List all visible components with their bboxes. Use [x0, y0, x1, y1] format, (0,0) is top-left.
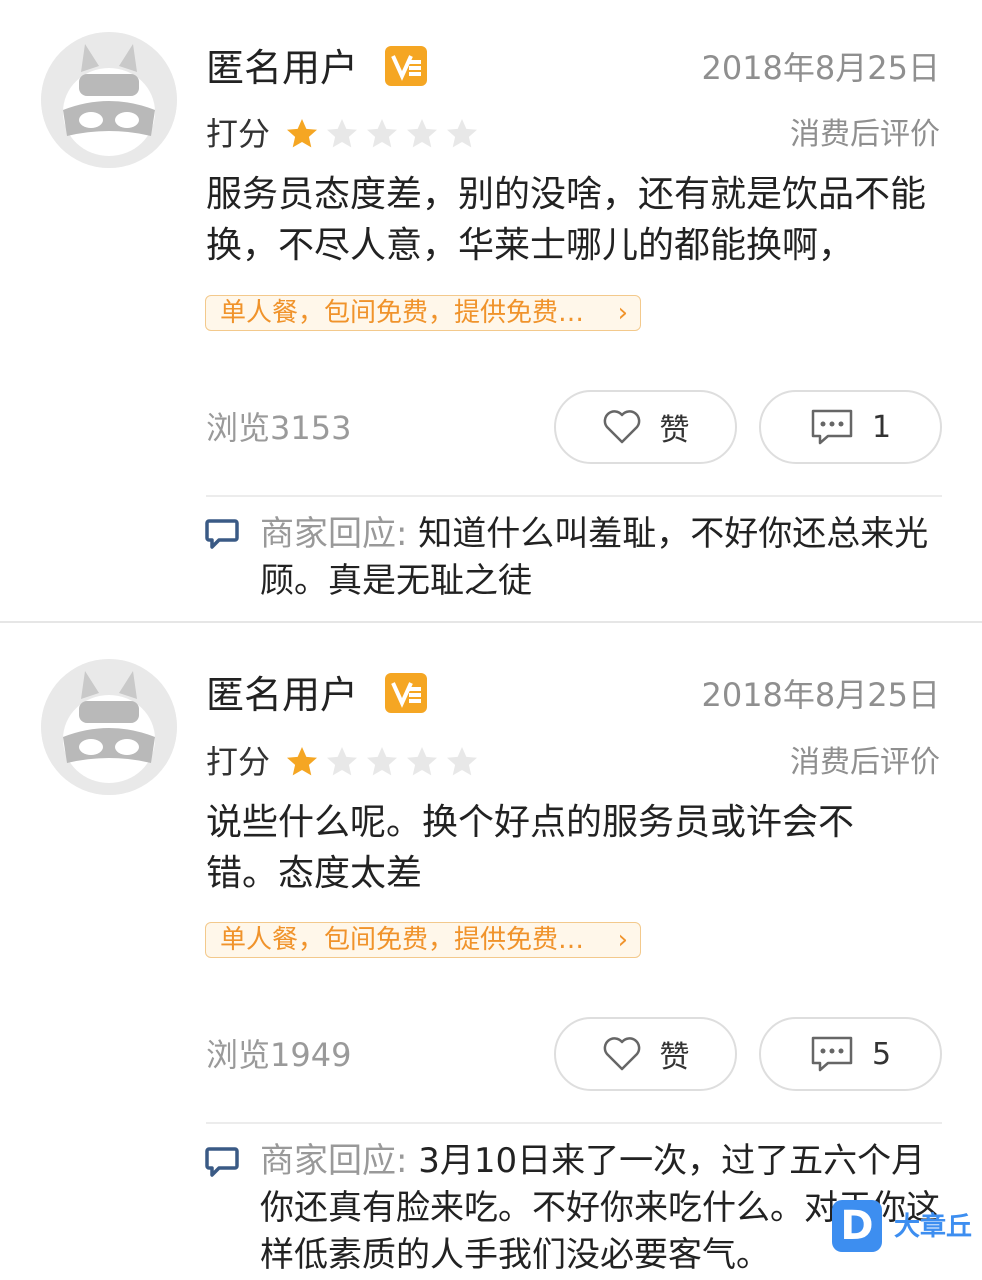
comment-icon — [811, 409, 853, 445]
comment-count: 5 — [871, 1036, 892, 1072]
user-avatar[interactable] — [41, 32, 177, 168]
username[interactable]: 匿名用户 — [206, 46, 358, 90]
dish-tag[interactable]: 单人餐，包间免费，提供免费… › — [205, 922, 641, 958]
anonymous-avatar-icon — [41, 659, 177, 795]
watermark-text: 大章丘 — [894, 1212, 973, 1242]
chevron-right-icon: › — [617, 298, 628, 328]
chevron-right-icon: › — [617, 925, 628, 955]
comment-count: 1 — [871, 409, 892, 445]
comment-icon — [811, 1036, 853, 1072]
merchant-reply-icon — [205, 1147, 239, 1177]
anonymous-avatar-icon — [41, 32, 177, 168]
review-card: 匿名用户 2018年8月25日 打分 消费后评价 说些什么呢。换个好点的服务员或… — [0, 623, 982, 1280]
review-content[interactable]: 说些什么呢。换个好点的服务员或许会不错。态度太差 — [206, 797, 906, 899]
evaluation-type: 消费后评价 — [790, 745, 940, 780]
star-empty-icon — [407, 119, 437, 148]
merchant-reply[interactable]: 商家回应: 知道什么叫羞耻，不好你还总来光顾。真是无耻之徒 — [260, 511, 950, 605]
watermark-logo: D 大章丘 — [832, 1200, 982, 1256]
star-empty-icon — [407, 747, 437, 776]
star-empty-icon — [327, 747, 357, 776]
review-card: 匿名用户 2018年8月25日 打分 消费后评价 服务员态度差，别的没啥，还有就… — [0, 0, 982, 622]
divider — [206, 495, 942, 497]
view-count: 浏览1949 — [206, 1036, 352, 1074]
user-avatar[interactable] — [41, 659, 177, 795]
star-empty-icon — [367, 747, 397, 776]
evaluation-type: 消费后评价 — [790, 117, 940, 152]
score-label: 打分 — [206, 115, 271, 153]
star-rating — [284, 744, 480, 780]
heart-icon — [603, 410, 640, 444]
star-empty-icon — [447, 747, 477, 776]
heart-icon — [603, 1037, 640, 1071]
star-empty-icon — [327, 119, 357, 148]
watermark-logo-icon: D — [832, 1200, 882, 1252]
star-empty-icon — [367, 119, 397, 148]
vip-level-icon — [385, 46, 427, 86]
merchant-reply-icon — [205, 519, 239, 549]
view-count: 浏览3153 — [206, 409, 352, 447]
dish-tag-text: 单人餐，包间免费，提供免费… — [220, 298, 585, 328]
like-label: 赞 — [659, 1040, 690, 1075]
divider — [206, 1122, 942, 1124]
like-label: 赞 — [659, 413, 690, 448]
review-content[interactable]: 服务员态度差，别的没啥，还有就是饮品不能换，不尽人意，华莱士哪儿的都能换啊， — [206, 169, 942, 271]
comment-button[interactable]: 1 — [759, 390, 942, 464]
merchant-reply-label: 商家回应: — [260, 1141, 408, 1181]
vip-level-icon — [385, 673, 427, 713]
review-date: 2018年8月25日 — [701, 676, 940, 714]
score-label: 打分 — [206, 743, 271, 781]
comment-button[interactable]: 5 — [759, 1017, 942, 1091]
like-button[interactable]: 赞 — [554, 1017, 737, 1091]
star-filled-icon — [287, 119, 317, 148]
dish-tag-text: 单人餐，包间免费，提供免费… — [220, 925, 585, 955]
like-button[interactable]: 赞 — [554, 390, 737, 464]
star-empty-icon — [447, 119, 477, 148]
review-date: 2018年8月25日 — [701, 49, 940, 87]
username[interactable]: 匿名用户 — [206, 673, 358, 717]
star-filled-icon — [287, 747, 317, 776]
dish-tag[interactable]: 单人餐，包间免费，提供免费… › — [205, 295, 641, 331]
star-rating — [284, 116, 480, 152]
merchant-reply-label: 商家回应: — [260, 514, 408, 554]
